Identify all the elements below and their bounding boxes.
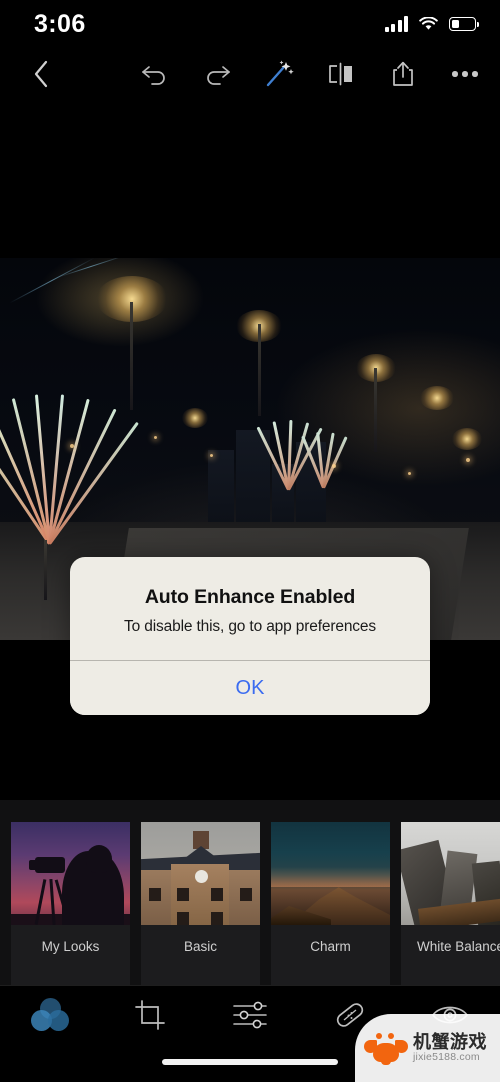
cellular-signal-icon [384,16,408,32]
preset-card-my-looks[interactable]: My Looks [11,822,130,985]
preset-label: Basic [183,938,217,954]
watermark-url: jixie5188.com [413,1050,480,1063]
top-toolbar [0,48,500,100]
eye-icon [431,1006,469,1023]
nav-item-adjust[interactable] [200,986,300,1044]
battery-icon [449,17,479,31]
nav-item-heal[interactable] [300,986,400,1044]
preset-label: Charm [310,938,351,954]
status-bar: 3:06 [0,0,500,48]
nav-item-crop[interactable] [100,986,200,1044]
bandage-heal-icon [336,1002,364,1027]
app-root: 3:06 Auto Enhance Enabled To disable thi… [0,0,500,1082]
more-options-icon [452,71,478,77]
magic-wand-icon [266,60,294,87]
bottom-nav [0,985,500,1043]
preset-label: White Balance [416,938,500,954]
presets-strip[interactable]: My Looks Basic Charm White Balance [0,800,500,985]
redo-button[interactable] [200,57,234,91]
looks-circles-icon [31,997,69,1032]
toolbar-actions [138,57,500,91]
preset-thumbnail [401,822,500,925]
dialog-ok-button[interactable]: OK [70,661,430,715]
redo-icon [207,66,230,85]
compare-button[interactable] [324,57,358,91]
photo-canvas[interactable]: Auto Enhance Enabled To disable this, go… [0,100,500,800]
nav-item-looks[interactable] [0,986,100,1044]
preset-thumbnail [11,822,130,925]
more-options-button[interactable] [448,57,482,91]
share-icon [393,61,413,86]
chevron-left-icon [34,60,48,88]
auto-enhance-button[interactable] [262,57,296,91]
back-button[interactable] [0,48,82,100]
undo-icon [142,66,165,85]
crop-icon [135,999,165,1030]
sliders-icon [233,1001,267,1028]
preset-card-basic[interactable]: Basic [141,822,260,985]
status-bar-time: 3:06 [34,9,86,38]
dialog-message: To disable this, go to app preferences [124,618,376,635]
wifi-icon [419,17,438,30]
dialog-title: Auto Enhance Enabled [144,586,356,608]
preset-card-white-balance[interactable]: White Balance [401,822,500,985]
nav-item-red-eye[interactable] [400,986,500,1044]
preset-thumbnail [271,822,390,925]
share-button[interactable] [386,57,420,91]
dialog-body: Auto Enhance Enabled To disable this, go… [70,557,430,660]
dialog-overlay: Auto Enhance Enabled To disable this, go… [0,100,500,800]
preset-thumbnail [141,822,260,925]
preset-label: My Looks [41,938,100,954]
status-bar-icons [384,16,479,32]
before-after-compare-icon [329,62,352,86]
preset-card-charm[interactable]: Charm [271,822,390,985]
auto-enhance-dialog: Auto Enhance Enabled To disable this, go… [70,557,430,715]
home-indicator[interactable] [162,1059,338,1065]
undo-button[interactable] [138,57,172,91]
